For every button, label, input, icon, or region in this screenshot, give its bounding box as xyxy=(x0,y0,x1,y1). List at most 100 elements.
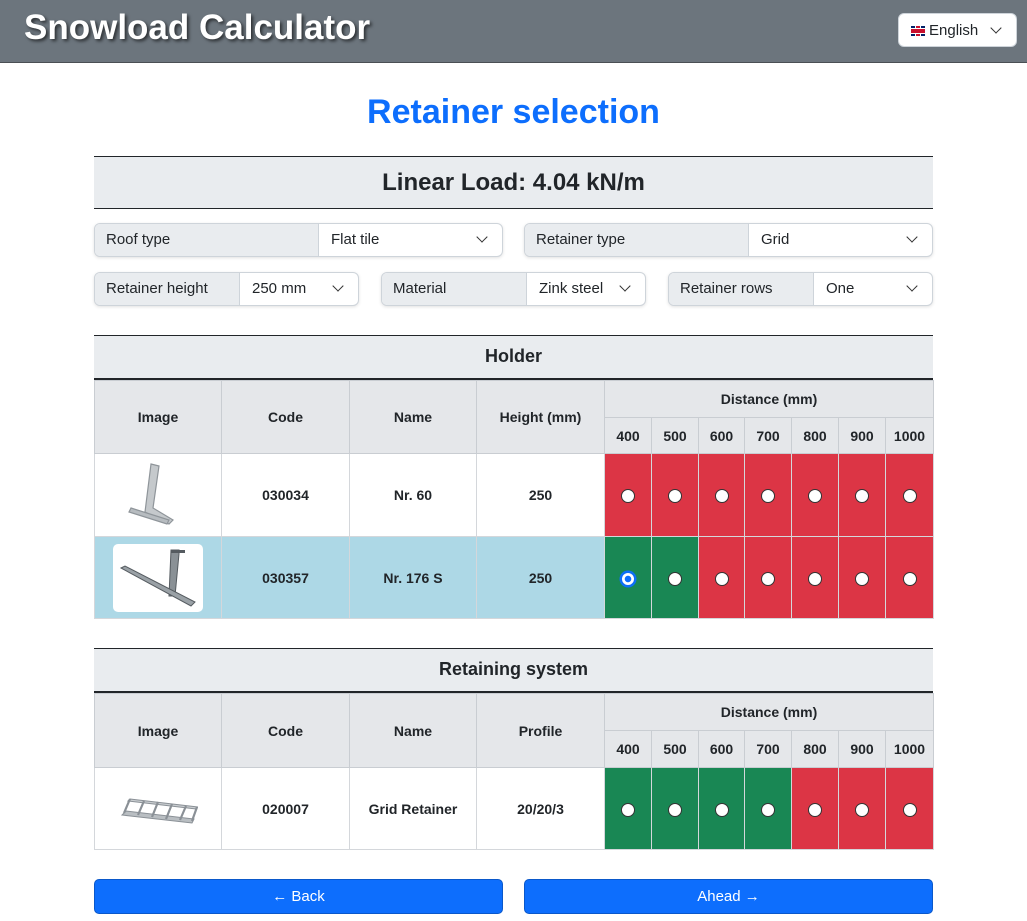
distance-radio[interactable] xyxy=(808,571,822,586)
distance-cell[interactable] xyxy=(698,453,745,537)
holder-name: Nr. 60 xyxy=(349,453,477,537)
holder-code: 030357 xyxy=(221,536,350,619)
distance-radio[interactable] xyxy=(855,571,869,586)
table-row[interactable]: 030034 Nr. 60 250 xyxy=(94,453,935,537)
linear-load: Linear Load: 4.04 kN/m xyxy=(94,156,933,209)
distance-radio[interactable] xyxy=(714,802,729,817)
language-select[interactable]: English xyxy=(898,13,1017,47)
holder-table: Image Code Name Height (mm) Distance (mm… xyxy=(94,380,935,619)
distance-cell[interactable] xyxy=(651,767,699,850)
col-image: Image xyxy=(94,693,222,768)
retaining-system-table: Image Code Name Profile Distance (mm) 40… xyxy=(94,693,935,850)
distance-cell[interactable] xyxy=(604,536,652,619)
distance-radio[interactable] xyxy=(621,489,635,504)
col-distance: Distance (mm) xyxy=(603,380,935,418)
distance-header: 500 xyxy=(651,417,699,454)
retainer-type-label: Retainer type xyxy=(525,224,749,256)
distance-radio[interactable] xyxy=(855,802,869,817)
distance-radio[interactable] xyxy=(761,571,775,586)
retaining-system-title: Retaining system xyxy=(94,648,933,693)
col-name: Name xyxy=(349,693,477,768)
holder-height: 250 xyxy=(476,453,605,537)
chevron-down-icon xyxy=(332,280,344,292)
roof-type-value: Flat tile xyxy=(331,231,380,248)
table-row[interactable]: 030357 Nr. 176 S 250 xyxy=(94,536,935,619)
uk-flag-icon xyxy=(911,26,925,36)
distance-radio[interactable] xyxy=(714,571,729,586)
holder-code: 030034 xyxy=(221,453,350,537)
distance-radio[interactable] xyxy=(621,802,635,817)
distance-radio[interactable] xyxy=(668,802,682,817)
language-value: English xyxy=(929,22,979,39)
ahead-button[interactable]: Ahead → xyxy=(524,879,933,914)
distance-radio[interactable] xyxy=(902,571,917,586)
distance-cell[interactable] xyxy=(884,536,935,619)
distance-radio[interactable] xyxy=(761,489,775,504)
distance-header: 600 xyxy=(698,730,745,768)
col-code: Code xyxy=(221,693,350,768)
col-height: Height (mm) xyxy=(476,380,605,454)
distance-cell[interactable] xyxy=(791,536,839,619)
roof-type-select[interactable]: Roof type Flat tile xyxy=(94,223,503,257)
distance-header: 800 xyxy=(791,417,839,454)
distance-cell[interactable] xyxy=(884,767,935,850)
distance-cell[interactable] xyxy=(744,536,792,619)
retainer-name: Grid Retainer xyxy=(349,767,477,850)
retainer-type-select[interactable]: Retainer type Grid xyxy=(524,223,933,257)
page-title: Retainer selection xyxy=(367,93,660,131)
distance-header: 500 xyxy=(651,730,699,768)
distance-cell[interactable] xyxy=(884,453,935,537)
distance-radio[interactable] xyxy=(855,489,869,504)
distance-header: 800 xyxy=(791,730,839,768)
distance-cell[interactable] xyxy=(604,453,652,537)
holder-section: Holder Image Code Name Height (mm) Dista… xyxy=(94,335,935,619)
distance-cell[interactable] xyxy=(651,536,699,619)
back-button[interactable]: ← Back xyxy=(94,879,503,914)
holder-image-cell xyxy=(94,453,222,537)
distance-cell[interactable] xyxy=(604,767,652,850)
retainer-height-select[interactable]: Retainer height 250 mm xyxy=(94,272,359,306)
distance-cell[interactable] xyxy=(651,453,699,537)
distance-header: 700 xyxy=(744,417,792,454)
distance-radio[interactable] xyxy=(902,802,917,817)
distance-radio-selected[interactable] xyxy=(621,571,635,586)
holder-height: 250 xyxy=(476,536,605,619)
distance-radio[interactable] xyxy=(808,802,822,817)
retainer-height-value: 250 mm xyxy=(252,280,307,297)
distance-cell[interactable] xyxy=(698,536,745,619)
distance-radio[interactable] xyxy=(668,571,682,586)
distance-header: 900 xyxy=(838,730,886,768)
col-image: Image xyxy=(94,380,222,454)
distance-cell[interactable] xyxy=(744,453,792,537)
distance-radio[interactable] xyxy=(668,489,682,504)
distance-cell[interactable] xyxy=(744,767,792,850)
chevron-down-icon xyxy=(619,280,631,292)
retainer-rows-select[interactable]: Retainer rows One xyxy=(668,272,933,306)
col-distance: Distance (mm) xyxy=(603,693,935,731)
distance-cell[interactable] xyxy=(838,767,886,850)
distance-radio[interactable] xyxy=(902,489,917,504)
holder-name: Nr. 176 S xyxy=(349,536,477,619)
holder-title: Holder xyxy=(94,335,933,380)
chevron-down-icon xyxy=(906,280,918,292)
table-row[interactable]: 020007 Grid Retainer 20/20/3 xyxy=(94,767,935,850)
distance-radio[interactable] xyxy=(761,802,775,817)
distance-header: 1000 xyxy=(884,417,935,454)
col-profile: Profile xyxy=(476,693,605,768)
material-select[interactable]: Material Zink steel xyxy=(381,272,646,306)
distance-cell[interactable] xyxy=(791,767,839,850)
distance-cell[interactable] xyxy=(791,453,839,537)
col-name: Name xyxy=(349,380,477,454)
chevron-down-icon xyxy=(476,231,488,243)
distance-header: 400 xyxy=(604,730,652,768)
distance-radio[interactable] xyxy=(714,489,729,504)
material-value: Zink steel xyxy=(539,280,604,297)
retainer-height-label: Retainer height xyxy=(95,273,240,305)
app-title: Snowload Calculator xyxy=(24,8,371,47)
distance-cell[interactable] xyxy=(698,767,745,850)
retaining-system-section: Retaining system Image Code Name Profile… xyxy=(94,648,935,850)
retainer-rows-value: One xyxy=(826,280,855,297)
distance-radio[interactable] xyxy=(808,489,822,504)
distance-cell[interactable] xyxy=(838,453,886,537)
distance-cell[interactable] xyxy=(838,536,886,619)
